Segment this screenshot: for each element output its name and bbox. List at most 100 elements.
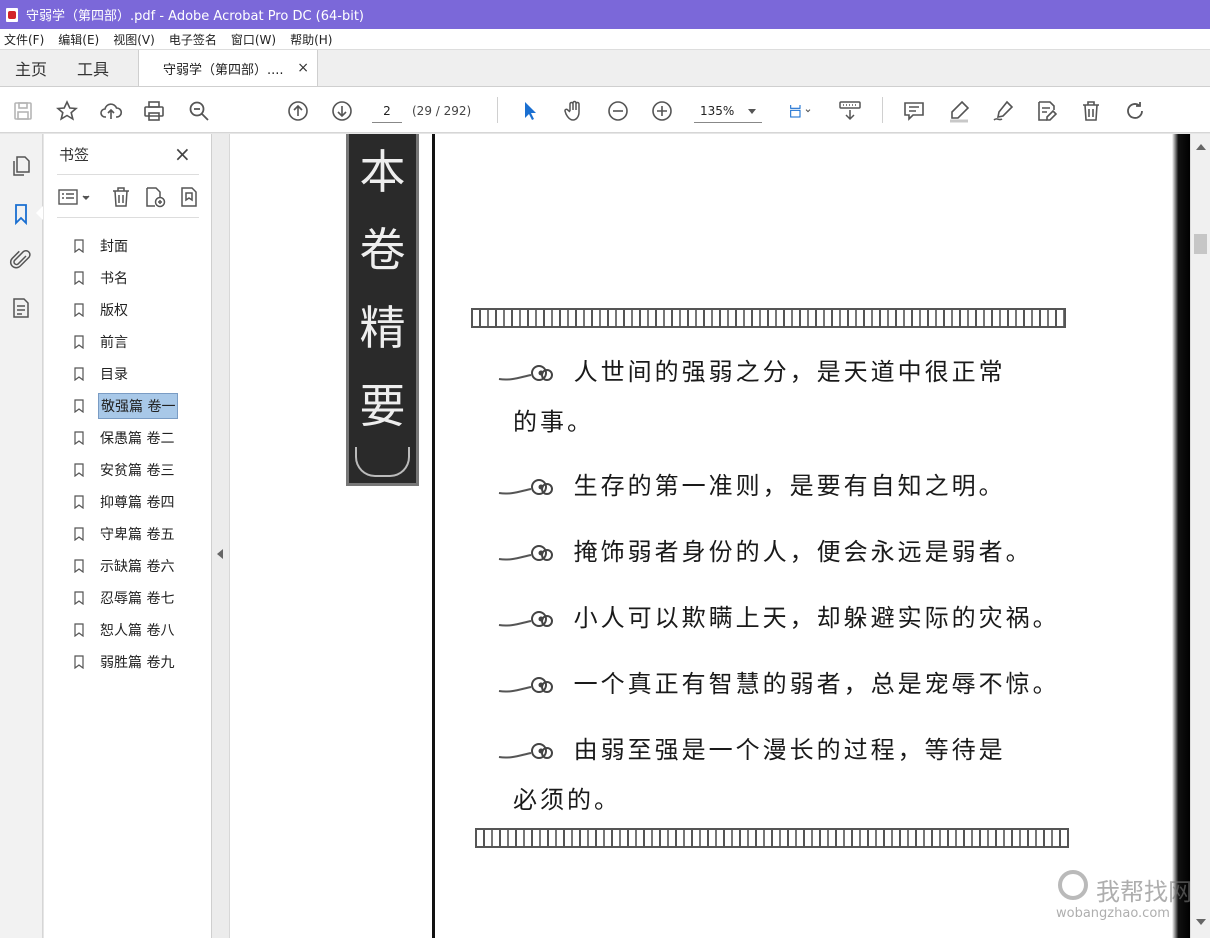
select-cursor-icon[interactable] [517,98,543,124]
menu-window[interactable]: 窗口(W) [231,31,276,48]
menu-help[interactable]: 帮助(H) [290,31,332,48]
bookmark-label: 保愚篇 卷二 [100,431,175,447]
bookmark-label: 恕人篇 卷八 [100,623,175,639]
bookmarks-icon[interactable] [9,202,33,226]
zoom-in-icon[interactable] [649,98,675,124]
tab-tools[interactable]: 工具 [62,50,124,86]
bookmark-flag-icon [74,527,84,541]
window-title: 守弱学（第四部）.pdf - Adobe Acrobat Pro DC (64-… [26,9,365,24]
bookmark-label: 前言 [100,335,128,351]
bookmark-label: 忍辱篇 卷七 [100,591,175,607]
attachments-icon[interactable] [9,248,33,272]
active-panel-indicator [36,206,43,220]
star-icon[interactable] [54,98,80,124]
add-bookmark-icon[interactable] [143,185,167,209]
cloud-upload-icon[interactable] [98,98,124,124]
menu-view[interactable]: 视图(V) [113,31,155,48]
bookmark-label: 示缺篇 卷六 [100,559,175,575]
bookmark-item[interactable]: 弱胜篇 卷九 [74,646,178,678]
bookmark-item[interactable]: 书名 [74,262,178,294]
quote-line: 一个真正有智慧的弱者，总是宠辱不惊。 [497,664,1060,699]
scrolling-mode-icon[interactable] [837,98,863,124]
next-page-icon[interactable] [329,98,355,124]
bookmark-flag-icon [74,239,84,253]
bookmark-label: 弱胜篇 卷九 [100,655,175,671]
tab-home[interactable]: 主页 [0,50,62,86]
bookmark-item[interactable]: 忍辱篇 卷七 [74,582,178,614]
bookmark-label: 抑尊篇 卷四 [100,495,175,511]
edit-pdf-icon[interactable] [1034,98,1060,124]
bookmark-item[interactable]: 前言 [74,326,178,358]
bookmark-item[interactable]: 恕人篇 卷八 [74,614,178,646]
acrobat-pdf-icon [6,7,18,22]
menu-edit[interactable]: 编辑(E) [58,31,99,48]
rotate-icon[interactable] [1122,98,1148,124]
draw-freehand-icon[interactable] [990,98,1016,124]
bookmark-flag-icon [74,655,84,669]
close-icon[interactable]: × [174,142,191,166]
quote-continuation: 的事。 [513,408,594,436]
bookmark-label: 封面 [100,239,128,255]
hand-tool-icon[interactable] [561,98,587,124]
bookmark-item-selected[interactable]: 敬强篇 卷一 [74,390,179,422]
menu-esign[interactable]: 电子签名 [169,31,217,48]
greek-key-border-top [471,308,1066,328]
page-count-label: (29 / 292) [412,104,472,118]
quote-text: 掩饰弱者身份的人，便会永远是弱者。 [573,538,1033,566]
page-display-icon[interactable] [782,98,818,124]
bookmark-item[interactable]: 示缺篇 卷六 [74,550,178,582]
save-icon[interactable] [10,98,36,124]
bookmark-flag-icon [74,623,84,637]
highlight-pen-icon[interactable] [946,98,972,124]
cloud-bullet-icon [498,676,553,693]
chapter-banner: 本 卷 精 要 [346,134,419,486]
bookmark-options-icon[interactable] [57,185,93,209]
bookmark-from-structure-icon[interactable] [177,185,201,209]
quote-line: 人世间的强弱之分，是天道中很正常 [497,352,1006,387]
quote-text: 由弱至强是一个漫长的过程，等待是 [573,736,1006,764]
document-page-right: 人世间的强弱之分，是天道中很正常 的事。 生存的第一准则，是要有自知之明。 掩饰… [435,134,1175,938]
bookmark-flag-icon [74,559,84,573]
bookmark-label: 敬强篇 卷一 [98,393,179,419]
collapse-left-icon[interactable] [217,549,223,559]
zoom-search-icon[interactable] [186,98,212,124]
delete-bookmark-icon[interactable] [109,185,133,209]
chevron-down-icon [748,109,756,114]
cloud-bullet-icon [498,610,553,627]
bookmark-flag-icon [74,271,84,285]
scroll-up-icon[interactable] [1196,144,1206,150]
previous-page-icon[interactable] [285,98,311,124]
bookmark-item[interactable]: 封面 [74,230,178,262]
bookmark-item[interactable]: 安贫篇 卷三 [74,454,178,486]
menu-file[interactable]: 文件(F) [4,31,44,48]
bookmark-item[interactable]: 目录 [74,358,178,390]
tab-close-icon[interactable]: × [297,60,309,76]
tab-document[interactable]: 守弱学（第四部）.... × [138,50,318,86]
window-titlebar: 守弱学（第四部）.pdf - Adobe Acrobat Pro DC (64-… [0,0,1210,29]
comment-icon[interactable] [901,98,927,124]
quote-text: 人世间的强弱之分，是天道中很正常 [573,358,1006,386]
site-watermark: 我帮找网 wobangzhao.com [1056,868,1206,932]
delete-icon[interactable] [1078,98,1104,124]
page-thumbnails-icon[interactable] [9,154,33,178]
zoom-level-select[interactable]: 135% [694,99,762,123]
bookmark-flag-icon [74,303,84,317]
document-properties-icon[interactable] [9,296,33,320]
bookmark-item[interactable]: 抑尊篇 卷四 [74,486,178,518]
bookmark-flag-icon [74,495,84,509]
bookmark-label: 版权 [100,303,128,319]
print-icon[interactable] [141,98,167,124]
bookmark-item[interactable]: 保愚篇 卷二 [74,422,178,454]
scroll-thumb[interactable] [1194,234,1207,254]
page-number-input[interactable]: 2 [372,99,402,123]
banner-char: 要 [359,379,406,433]
bookmark-item[interactable]: 版权 [74,294,178,326]
panel-collapse-strip[interactable] [212,134,230,938]
document-page-left: 本 卷 精 要 [230,134,434,938]
bookmark-item[interactable]: 守卑篇 卷五 [74,518,178,550]
bookmark-list: 封面 书名 版权 前言 目录 敬强篇 卷一 保愚篇 卷二 安贫篇 卷三 抑尊篇 … [74,230,179,678]
zoom-out-icon[interactable] [605,98,631,124]
quote-line: 生存的第一准则，是要有自知之明。 [497,466,1006,501]
vertical-scrollbar[interactable] [1190,134,1210,938]
banner-ornament [355,447,410,477]
